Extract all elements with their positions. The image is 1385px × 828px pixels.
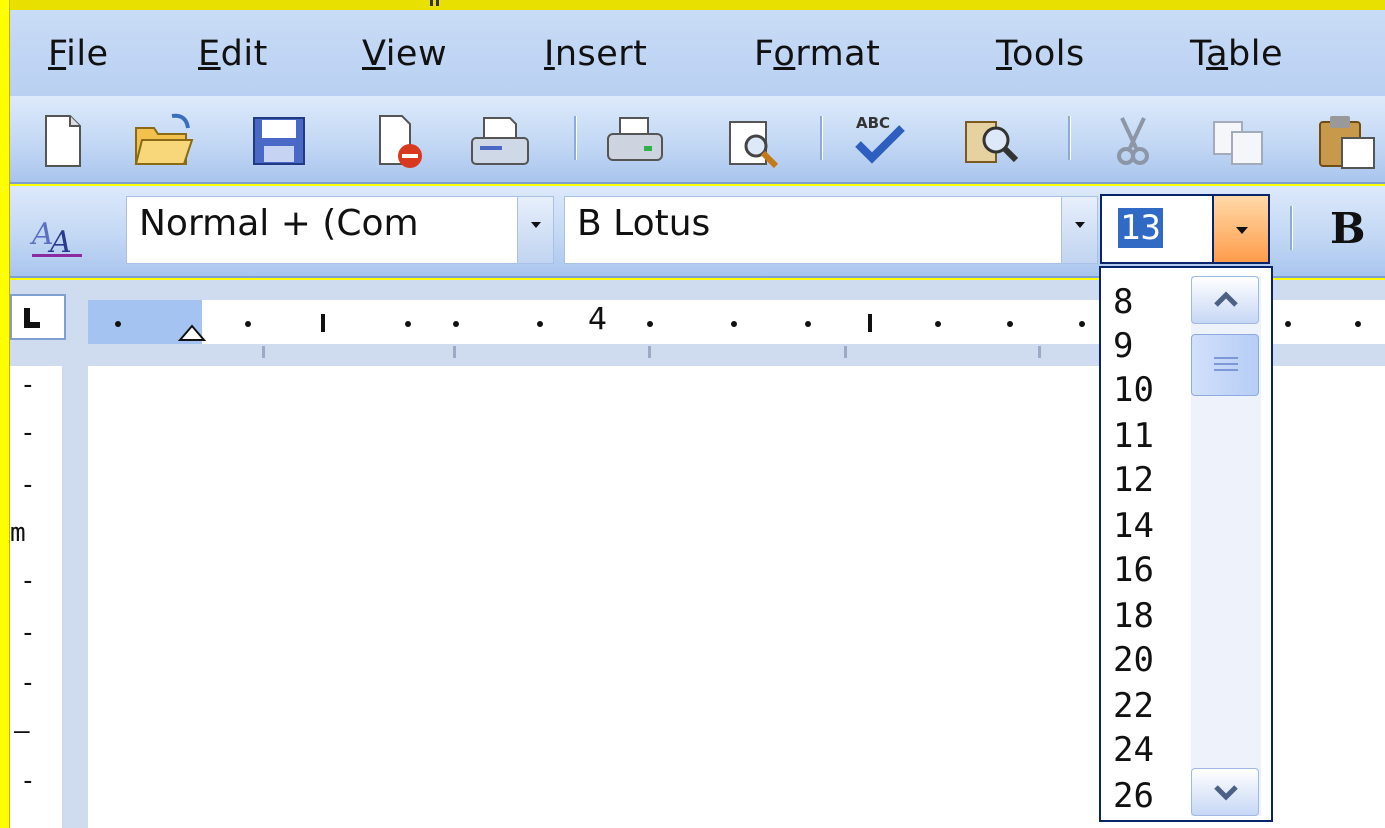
title-glyph-icon (430, 0, 439, 6)
menu-mnemonic: T (996, 34, 1012, 74)
chevron-down-icon (1214, 785, 1238, 801)
font-size-option[interactable]: 8 (1113, 282, 1133, 322)
font-size-combo[interactable]: 13 (1100, 194, 1270, 264)
menu-file[interactable]: File (48, 34, 109, 74)
email-icon[interactable] (468, 110, 530, 172)
grip-line (1214, 363, 1238, 365)
vruler-mark: - (20, 418, 36, 448)
menu-label: ble (1228, 34, 1284, 74)
font-size-option[interactable]: 22 (1113, 686, 1154, 726)
toolbar-separator (574, 116, 577, 160)
font-size-option[interactable]: 12 (1113, 460, 1154, 500)
ruler-number: 4 (588, 302, 608, 337)
dropdown-scrollbar[interactable] (1191, 276, 1261, 816)
svg-text:ABC: ABC (856, 114, 890, 132)
font-size-option[interactable]: 18 (1113, 596, 1154, 636)
font-size-option[interactable]: 26 (1113, 776, 1154, 816)
menu-mnemonic: a (1206, 34, 1229, 74)
font-size-option[interactable]: 11 (1113, 416, 1154, 456)
menu-view[interactable]: View (362, 34, 447, 74)
scroll-down-button[interactable] (1191, 768, 1259, 816)
chevron-up-icon (1214, 291, 1238, 307)
window-frame-top (0, 0, 1385, 10)
menu-label: F (754, 34, 774, 74)
toolbar-separator (1068, 116, 1071, 160)
style-value: Normal + (Com (139, 203, 419, 244)
vruler-mark: - (20, 470, 36, 500)
menu-label: iew (385, 34, 448, 74)
menu-mnemonic: o (773, 34, 796, 74)
print-icon[interactable] (604, 110, 666, 172)
font-size-option[interactable]: 10 (1113, 370, 1154, 410)
save-icon[interactable] (248, 110, 310, 172)
menu-label: ile (66, 34, 109, 74)
font-size-option[interactable]: 14 (1113, 506, 1154, 546)
font-size-dropdown-arrow-icon[interactable] (1212, 196, 1268, 262)
copy-icon[interactable] (1208, 110, 1270, 172)
font-value: B Lotus (577, 203, 711, 244)
menu-edit[interactable]: Edit (198, 34, 268, 74)
vertical-ruler-edge (62, 366, 88, 828)
font-combo[interactable]: B Lotus (564, 196, 1098, 264)
grip-line (1214, 369, 1238, 371)
menu-label: ools (1011, 34, 1085, 74)
vruler-mark: - (20, 668, 36, 698)
standard-toolbar: ABC (10, 96, 1385, 184)
font-size-value[interactable]: 13 (1118, 208, 1163, 248)
menu-label: rmat (795, 34, 881, 74)
menu-mnemonic: V (362, 34, 386, 74)
grip-line (1214, 357, 1238, 359)
menu-mnemonic: F (48, 34, 67, 74)
font-size-option[interactable]: 20 (1113, 640, 1154, 680)
menu-mnemonic: E (198, 34, 221, 74)
vruler-mark: - (20, 566, 36, 596)
vruler-mark: - (20, 766, 36, 796)
vruler-mark: — (14, 716, 30, 746)
research-icon[interactable] (960, 110, 1022, 172)
font-size-option[interactable]: 9 (1113, 326, 1133, 366)
menu-format[interactable]: Format (754, 34, 880, 74)
menu-label: nsert (554, 34, 648, 74)
menu-table[interactable]: Table (1190, 34, 1283, 74)
scroll-up-button[interactable] (1191, 276, 1259, 324)
permission-icon[interactable] (366, 110, 428, 172)
toolbar-separator (1290, 206, 1293, 250)
scroll-thumb[interactable] (1191, 334, 1259, 396)
font-dropdown-arrow-icon[interactable] (1061, 197, 1097, 263)
menu-mnemonic: I (544, 34, 555, 74)
spelling-icon[interactable]: ABC (848, 110, 910, 172)
font-size-dropdown-list[interactable]: 8 9 10 11 12 14 16 18 20 22 24 26 (1099, 266, 1273, 822)
toolbar-separator (820, 116, 823, 160)
style-combo[interactable]: Normal + (Com (126, 196, 554, 264)
menu-insert[interactable]: Insert (544, 34, 647, 74)
word-window: File Edit View Insert Format Tools Table (0, 0, 1385, 828)
style-dropdown-arrow-icon[interactable] (517, 197, 553, 263)
vruler-mark: m (10, 518, 26, 548)
menu-label: dit (220, 34, 268, 74)
formatting-toolbar: A A Normal + (Com B Lotus 13 B (10, 186, 1385, 278)
paste-icon[interactable] (1314, 110, 1376, 172)
window-frame-left (0, 0, 10, 828)
menu-tools[interactable]: Tools (996, 34, 1085, 74)
new-icon[interactable] (32, 110, 94, 172)
tab-selector-icon[interactable] (10, 294, 66, 340)
bold-button[interactable]: B (1330, 204, 1366, 253)
vruler-mark: - (20, 618, 36, 648)
open-icon[interactable] (132, 110, 194, 172)
menu-bar: File Edit View Insert Format Tools Table (10, 10, 1385, 96)
vertical-ruler[interactable]: - - - m - - - — - (10, 366, 62, 828)
cut-icon[interactable] (1102, 110, 1164, 172)
font-size-option[interactable]: 16 (1113, 550, 1154, 590)
print-preview-icon[interactable] (722, 110, 784, 172)
styles-formatting-icon[interactable]: A A (28, 206, 88, 260)
menu-label: T (1190, 34, 1207, 74)
vruler-mark: - (20, 370, 36, 400)
font-size-option[interactable]: 24 (1113, 730, 1154, 770)
